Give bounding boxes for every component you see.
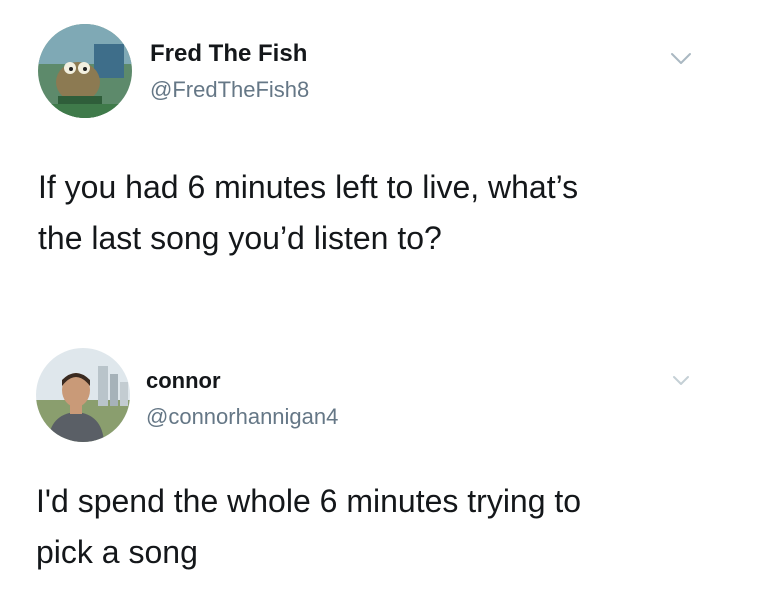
display-name[interactable]: Fred The Fish: [150, 40, 307, 68]
tweet-text: I'd spend the whole 6 minutes trying to …: [36, 476, 736, 578]
tweet-text-line: I'd spend the whole 6 minutes trying to: [36, 483, 582, 519]
chevron-down-icon[interactable]: [672, 374, 690, 386]
handle[interactable]: @FredTheFish8: [150, 77, 309, 103]
tweet-text: If you had 6 minutes left to live, what’…: [38, 162, 738, 264]
display-name[interactable]: connor: [146, 368, 221, 394]
handle[interactable]: @connorhannigan4: [146, 404, 338, 430]
avatar[interactable]: [36, 348, 130, 442]
tweet-text-line: pick a song: [36, 534, 198, 570]
tweet-text-line: the last song you’d listen to?: [38, 220, 442, 256]
tweet-text-line: If you had 6 minutes left to live, what’…: [38, 169, 579, 205]
chevron-down-icon[interactable]: [670, 52, 692, 66]
tweet[interactable]: Fred The Fish @FredTheFish8 If you had 6…: [0, 0, 760, 300]
avatar[interactable]: [38, 24, 132, 118]
tweet[interactable]: connor @connorhannigan4 I'd spend the wh…: [0, 330, 760, 605]
